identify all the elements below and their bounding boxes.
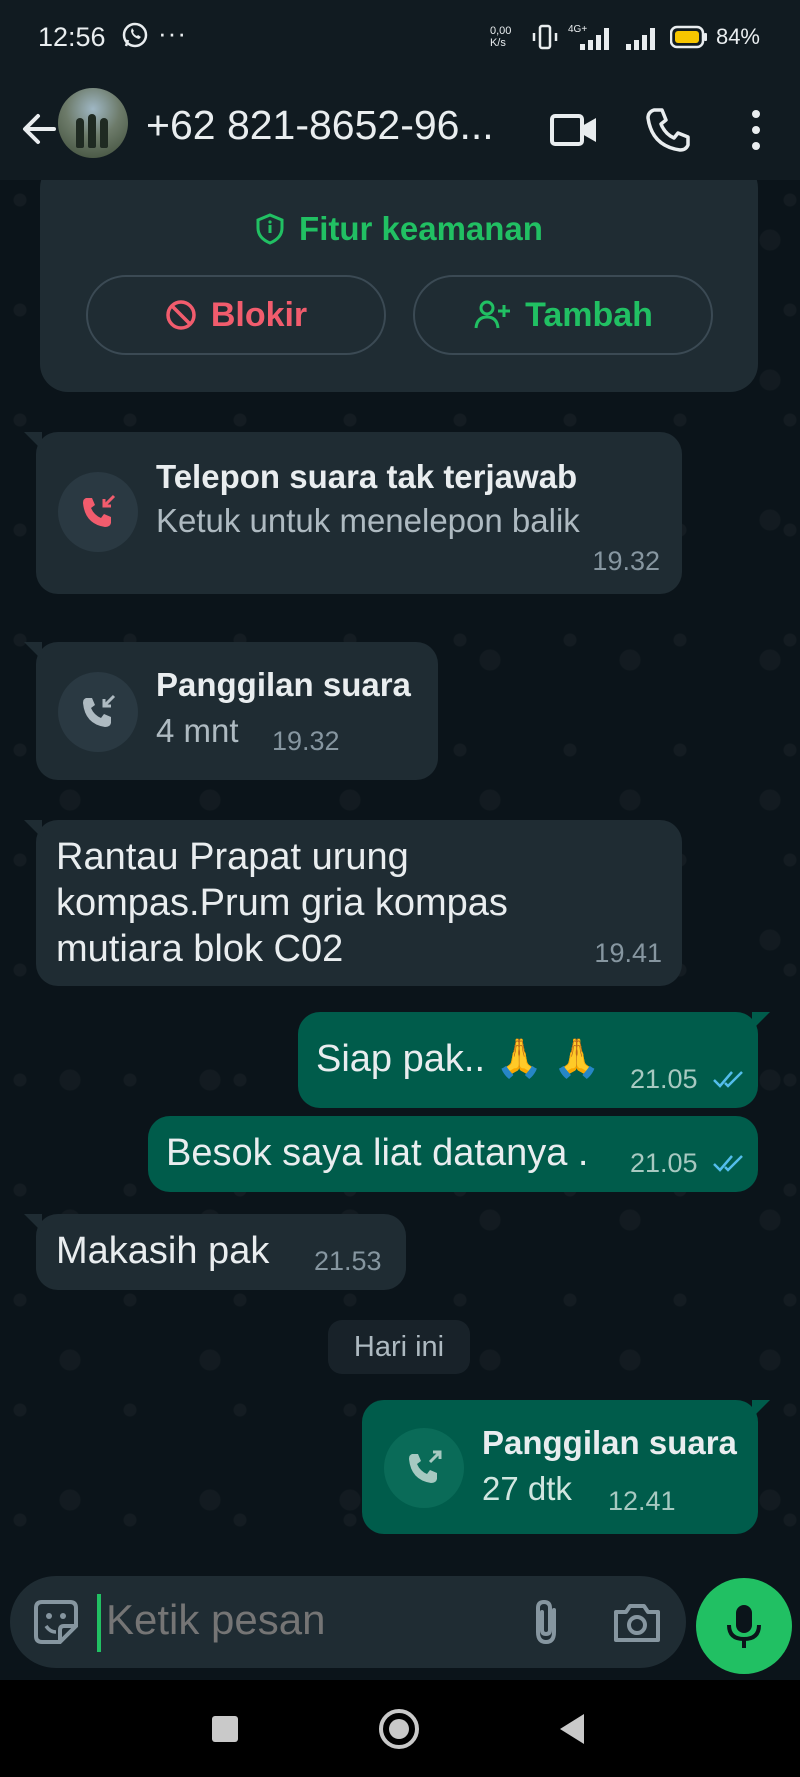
battery-icon	[669, 25, 707, 49]
call-title: Telepon suara tak terjawab	[156, 458, 578, 495]
call-subtitle: 4 mnt	[156, 712, 239, 749]
message-time: 19.32	[592, 546, 660, 576]
video-call-icon[interactable]	[546, 102, 602, 158]
avatar-figure	[88, 114, 96, 148]
message-input[interactable]	[106, 1596, 436, 1644]
message-time: 21.53	[314, 1246, 382, 1276]
shield-icon	[256, 213, 284, 245]
avatar[interactable]	[58, 88, 128, 158]
net-speed-value: 0,00	[489, 25, 512, 37]
whatsapp-notification-icon	[122, 22, 148, 48]
block-icon	[166, 300, 196, 330]
text-message[interactable]: Besok saya liat datanya . 21.05	[148, 1116, 758, 1192]
message-line: kompas.Prum gria kompas	[56, 882, 508, 924]
more-vert-icon[interactable]	[728, 102, 784, 158]
add-person-icon	[474, 300, 511, 329]
read-ticks-icon	[713, 1155, 743, 1172]
call-title: Panggilan suara	[482, 1424, 737, 1461]
date-separator: Hari ini	[328, 1320, 470, 1374]
message-time: 21.05	[630, 1064, 698, 1094]
back-icon[interactable]	[548, 1704, 598, 1754]
security-features-link[interactable]: Fitur keamanan	[40, 210, 758, 248]
chat-area[interactable]: Fitur keamanan Blokir Tambah Telepon sua…	[0, 180, 800, 1580]
security-title: Fitur keamanan	[299, 210, 543, 247]
avatar-figure	[76, 118, 84, 148]
message-text: Rantau Prapat urung kompas.Prum gria kom…	[56, 834, 556, 972]
voice-call-icon[interactable]	[640, 102, 696, 158]
signal-icon	[625, 28, 655, 50]
status-bar: 12:56 ··· 0,00 K/s 4G+ 84%	[0, 0, 800, 80]
text-message[interactable]: Rantau Prapat urung kompas.Prum gria kom…	[24, 820, 682, 986]
message-text: Siap pak.. 🙏 🙏	[316, 1038, 601, 1080]
attach-icon[interactable]	[520, 1596, 572, 1648]
message-text: Besok saya liat datanya .	[166, 1132, 589, 1174]
block-label: Blokir	[210, 295, 308, 334]
message-line: Rantau Prapat urung	[56, 836, 409, 878]
missed-call-icon	[83, 494, 116, 527]
text-message[interactable]: Siap pak.. 🙏 🙏 21.05	[298, 1012, 770, 1108]
battery-percent: 84%	[715, 24, 760, 49]
message-composer	[10, 1576, 686, 1668]
camera-icon[interactable]	[610, 1596, 664, 1650]
text-cursor	[97, 1594, 101, 1652]
network-type-label: 4G+	[568, 24, 587, 35]
voice-record-button[interactable]	[696, 1578, 792, 1674]
back-arrow-icon[interactable]	[14, 104, 64, 154]
message-line: mutiara blok C02	[56, 928, 344, 970]
read-ticks-icon	[713, 1071, 743, 1088]
message-time: 21.05	[630, 1148, 698, 1178]
message-time: 12.41	[608, 1486, 676, 1516]
outgoing-call-icon	[409, 1450, 442, 1483]
voice-call-message[interactable]: Panggilan suara 4 mnt 19.32	[24, 642, 438, 780]
text-message[interactable]: Makasih pak 21.53	[24, 1214, 406, 1290]
message-time: 19.32	[272, 726, 340, 756]
contact-name[interactable]: +62 821-8652-96...	[146, 102, 506, 149]
call-title: Panggilan suara	[156, 666, 411, 703]
microphone-icon	[727, 1605, 761, 1648]
vibrate-icon	[532, 24, 558, 50]
add-contact-button[interactable]: Tambah	[413, 275, 713, 355]
missed-call-message[interactable]: Telepon suara tak terjawab Ketuk untuk m…	[24, 432, 682, 594]
signal-4g-icon: 4G+	[568, 24, 609, 50]
call-subtitle: Ketuk untuk menelepon balik	[156, 502, 580, 539]
call-subtitle: 27 dtk	[482, 1470, 572, 1507]
block-button[interactable]: Blokir	[86, 275, 386, 355]
missed-call-icon-circle	[58, 472, 138, 552]
message-time: 19.41	[594, 938, 662, 968]
add-label: Tambah	[525, 295, 653, 334]
net-speed-unit: K/s	[489, 37, 506, 49]
security-card: Fitur keamanan Blokir Tambah	[40, 180, 758, 392]
message-text: Makasih pak	[56, 1230, 270, 1272]
sticker-emoji-icon[interactable]	[30, 1596, 82, 1648]
net-speed: 0,00 K/s	[490, 25, 522, 49]
outgoing-call-icon-circle	[384, 1428, 464, 1508]
avatar-figure	[100, 118, 108, 148]
recents-icon[interactable]	[200, 1704, 250, 1754]
system-navigation-bar	[0, 1680, 800, 1777]
voice-call-message[interactable]: Panggilan suara 27 dtk 12.41	[362, 1400, 770, 1534]
incoming-call-icon-circle	[58, 672, 138, 752]
status-indicators: 0,00 K/s 4G+ 84%	[490, 20, 760, 54]
home-icon[interactable]	[374, 1704, 424, 1754]
chat-header: +62 821-8652-96...	[0, 80, 800, 180]
status-time: 12:56	[38, 22, 106, 52]
more-notifications-icon: ···	[158, 18, 187, 48]
incoming-call-icon	[83, 694, 116, 727]
